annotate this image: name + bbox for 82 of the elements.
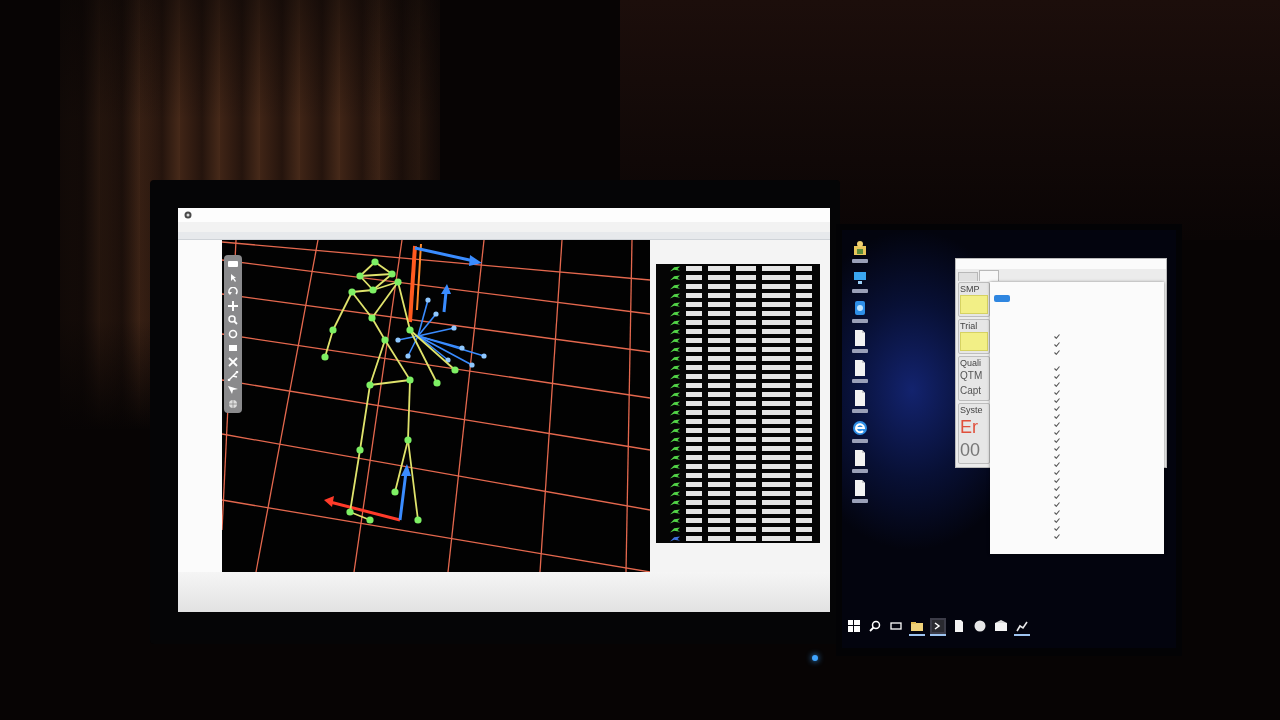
field-label: Capt	[960, 384, 983, 398]
trajectory-icon[interactable]	[670, 517, 680, 524]
trajectory-icon[interactable]	[670, 490, 680, 497]
chart-icon	[1016, 620, 1028, 632]
trajectory-icon[interactable]	[670, 418, 680, 425]
group-title: Syste	[960, 405, 984, 415]
trajectory-icon[interactable]	[670, 463, 680, 470]
power-light	[812, 655, 818, 661]
counter-text: 00	[960, 439, 982, 461]
move-icon[interactable]	[227, 301, 239, 311]
trajectory-icon[interactable]	[670, 391, 680, 398]
envelope-icon	[995, 620, 1007, 632]
trajectory-icon[interactable]	[670, 328, 680, 335]
trajectory-icon[interactable]	[670, 364, 680, 371]
taskbar-button[interactable]	[930, 618, 946, 636]
circle-icon[interactable]	[227, 329, 239, 339]
illegible-label	[852, 469, 868, 473]
illegible-label	[852, 259, 868, 263]
browser-icon[interactable]	[853, 420, 867, 436]
computer-icon[interactable]	[853, 270, 867, 286]
document-icon[interactable]	[853, 330, 867, 346]
document-icon[interactable]	[853, 390, 867, 406]
trajectory-icon[interactable]	[670, 292, 680, 299]
rectangle-icon[interactable]	[227, 259, 239, 269]
search-icon[interactable]	[227, 315, 239, 325]
3d-viewport[interactable]	[222, 240, 650, 572]
trajectory-icon[interactable]	[670, 346, 680, 353]
illegible-label	[852, 349, 868, 353]
note-box	[960, 332, 988, 351]
app-logo-icon	[184, 211, 192, 219]
trajectory-icon[interactable]	[670, 337, 680, 344]
trajectory-icon[interactable]	[670, 310, 680, 317]
start-grid-icon	[848, 620, 860, 632]
trajectory-icon[interactable]	[670, 355, 680, 362]
folder-icon	[911, 620, 923, 632]
trajectory-icon[interactable]	[670, 319, 680, 326]
trajectory-icon[interactable]	[670, 472, 680, 479]
trajectory-icon[interactable]	[670, 283, 680, 290]
document-icon[interactable]	[853, 480, 867, 496]
document-icon	[953, 620, 965, 632]
circle-icon	[974, 620, 986, 632]
field-label: QTM	[960, 369, 984, 383]
status-text: Er	[960, 416, 979, 438]
illegible-label	[852, 499, 868, 503]
group-title: SMP	[960, 284, 981, 294]
illegible-label	[852, 439, 868, 443]
document-icon[interactable]	[853, 360, 867, 376]
document-icon[interactable]	[853, 450, 867, 466]
illegible-label	[852, 289, 868, 293]
search-icon	[869, 620, 881, 632]
trajectory-icon[interactable]	[670, 301, 680, 308]
undo-icon[interactable]	[227, 287, 239, 297]
trajectory-icon[interactable]	[670, 265, 680, 272]
trajectory-icon[interactable]	[670, 454, 680, 461]
trajectory-icon[interactable]	[670, 427, 680, 434]
trajectory-icon[interactable]	[670, 409, 680, 416]
node-link-icon[interactable]	[227, 371, 239, 381]
trajectory-icon[interactable]	[670, 373, 680, 380]
trajectory-icon[interactable]	[670, 508, 680, 515]
illegible-label	[852, 319, 868, 323]
network-icon[interactable]	[853, 300, 867, 316]
user-folder-icon[interactable]	[853, 240, 867, 256]
trajectory-icon[interactable]	[670, 535, 680, 542]
trajectory-icon[interactable]	[670, 481, 680, 488]
trajectory-icon[interactable]	[670, 400, 680, 407]
trajectory-icon[interactable]	[670, 526, 680, 533]
illegible-label	[852, 409, 868, 413]
illegible-label	[852, 379, 868, 383]
square-icon[interactable]	[227, 343, 239, 353]
trajectory-icon[interactable]	[670, 499, 680, 506]
group-title: Trial	[960, 321, 979, 331]
trajectory-icon[interactable]	[670, 436, 680, 443]
trajectory-icon[interactable]	[670, 274, 680, 281]
group-title: Quali	[960, 358, 982, 368]
globe-icon[interactable]	[227, 399, 239, 409]
note-box	[960, 295, 988, 314]
pointer-icon[interactable]	[227, 385, 239, 395]
trajectory-icon[interactable]	[670, 382, 680, 389]
cross-icon[interactable]	[227, 357, 239, 367]
terminal-icon	[932, 620, 944, 632]
trajectory-icon[interactable]	[670, 445, 680, 452]
task-view-icon	[890, 620, 902, 632]
